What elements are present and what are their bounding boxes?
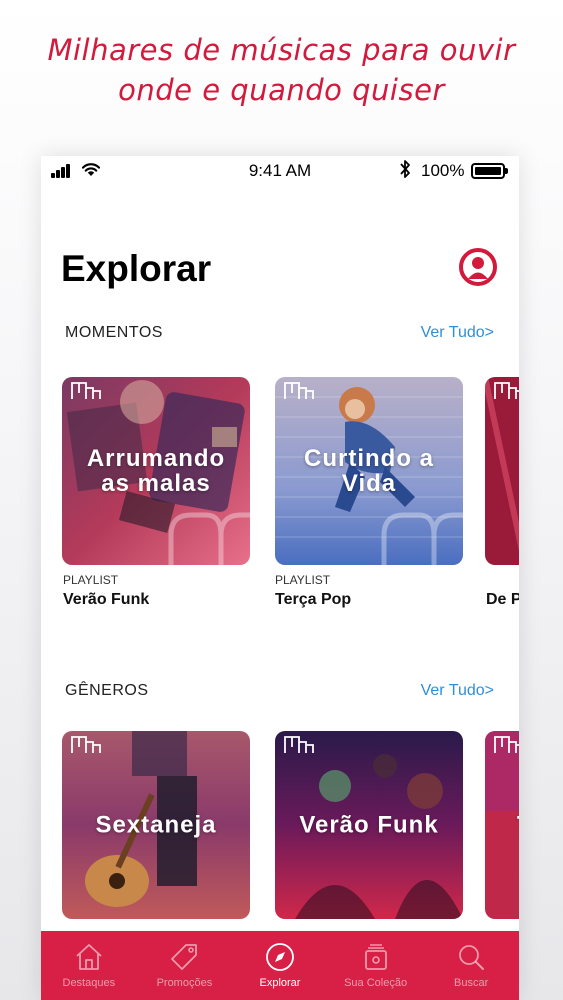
brand-logo-icon (284, 382, 314, 399)
tab-buscar[interactable]: Buscar (423, 931, 519, 1000)
card-caption: Verão Funk (299, 811, 439, 839)
genre-card-partial[interactable]: T (485, 731, 519, 919)
card-type-label: PLAYLIST (275, 573, 331, 587)
home-icon (76, 944, 102, 970)
bluetooth-icon (400, 160, 410, 178)
search-icon (459, 945, 485, 970)
profile-avatar-button[interactable] (459, 248, 497, 286)
tab-label: Destaques (62, 977, 116, 989)
card-caption: Sextaneja (95, 811, 217, 839)
headline-line-1: Milhares de músicas para ouvir (47, 33, 516, 67)
brand-watermark-icon (168, 512, 250, 565)
page-title: Explorar (61, 248, 212, 289)
card-caption: T (485, 813, 519, 838)
brand-logo-icon (71, 382, 101, 399)
brand-logo-icon (494, 382, 519, 399)
user-icon (463, 252, 493, 282)
tag-icon (171, 944, 198, 970)
phone-screen: 9:41 AM 100% Explorar MOMENTOS Ver Tudo> (41, 156, 519, 1000)
section-moments-label: MOMENTOS (65, 324, 163, 341)
card-name[interactable]: Terça Pop (275, 591, 351, 609)
tab-label: Promoções (156, 977, 213, 989)
brand-watermark-icon (381, 512, 463, 565)
tab-label: Explorar (259, 977, 301, 989)
tab-label: Sua Coleção (344, 977, 408, 989)
genre-card-verao-funk[interactable]: Verão Funk (275, 731, 463, 919)
tab-destaques[interactable]: Destaques (41, 931, 137, 1000)
collection-icon (364, 944, 387, 970)
genre-card-sextaneja[interactable]: Sextaneja (62, 731, 250, 919)
section-genres-label: GÊNEROS (65, 682, 149, 699)
brand-logo-icon (71, 736, 101, 753)
battery-level (475, 167, 501, 175)
moment-card-arrumando[interactable]: Arrumando as malas (62, 377, 250, 565)
bottom-tab-bar: Destaques Promoções Explorar Sua Coleção (41, 931, 519, 1000)
moments-see-all-link[interactable]: Ver Tudo> (421, 324, 494, 342)
guitar-photo (485, 377, 519, 565)
moment-card-curtindo[interactable]: Curtindo a Vida (275, 377, 463, 565)
tab-label: Buscar (454, 977, 489, 989)
status-bar: 9:41 AM 100% (41, 156, 519, 186)
battery-percentage: 100% (421, 161, 465, 180)
brand-logo-icon (284, 736, 314, 753)
headline-line-2: onde e quando quiser (118, 73, 445, 107)
genres-see-all-link[interactable]: Ver Tudo> (421, 682, 494, 700)
tab-sua-colecao[interactable]: Sua Coleção (328, 931, 424, 1000)
moment-card-partial[interactable] (485, 377, 519, 565)
card-caption: Curtindo a Vida (304, 445, 434, 497)
card-caption: Arrumando as malas (86, 445, 226, 497)
card-type-label: PLAYLIST (63, 573, 119, 587)
card-name[interactable]: Verão Funk (63, 591, 149, 609)
compass-icon (266, 943, 294, 971)
tab-promocoes[interactable]: Promoções (137, 931, 233, 1000)
battery-icon (471, 163, 508, 179)
tab-explorar[interactable]: Explorar (232, 931, 328, 1000)
brand-logo-icon (494, 736, 519, 753)
promo-headline: Milhares de músicas para ouvir onde e qu… (0, 30, 563, 110)
card-name[interactable]: De P (486, 591, 519, 609)
